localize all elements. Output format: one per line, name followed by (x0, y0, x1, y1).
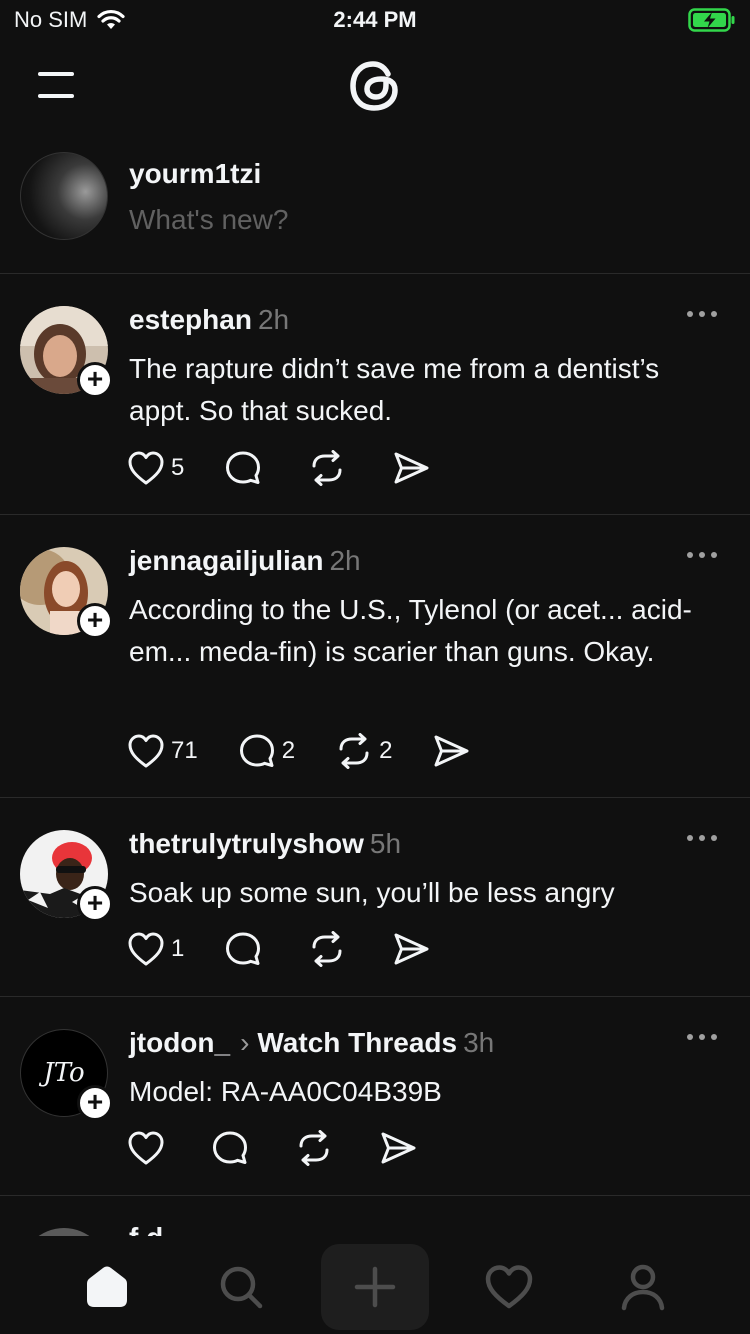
avatar-monogram: JTo (43, 1058, 85, 1088)
like-button[interactable] (127, 1130, 171, 1166)
avatar[interactable] (20, 152, 108, 240)
reply-button[interactable] (224, 450, 268, 486)
post-username[interactable]: f d (129, 1222, 163, 1236)
reply-button[interactable] (211, 1130, 255, 1166)
more-options-icon[interactable] (684, 832, 720, 844)
chevron-right-icon: › (240, 1027, 250, 1058)
reply-button[interactable]: 2 (238, 733, 295, 769)
battery-charging-icon (688, 8, 735, 32)
post-username[interactable]: jtodon_ (129, 1027, 230, 1058)
follow-button[interactable]: + (77, 362, 113, 398)
new-thread-composer[interactable]: yourm1tzi What's new? (0, 140, 750, 274)
more-options-icon[interactable] (684, 549, 720, 561)
like-count: 71 (171, 737, 198, 764)
post-actions (127, 1130, 457, 1166)
feed-post[interactable]: + estephan 2h The rapture didn’t save me … (0, 274, 750, 515)
menu-icon[interactable] (36, 70, 76, 100)
post-text: The rapture didn’t save me from a dentis… (129, 353, 660, 426)
composer-username: yourm1tzi (129, 158, 262, 189)
post-time: 2h (257, 304, 290, 335)
post-time: 3h (463, 1027, 495, 1058)
feed-post-partial[interactable]: f d (0, 1196, 750, 1236)
reply-icon (213, 1131, 247, 1164)
reply-button[interactable] (224, 931, 268, 967)
reply-icon (226, 451, 261, 484)
feed-post[interactable]: JTo + jtodon_ › Watch Threads 3h Model: RA-… (0, 997, 750, 1196)
send-icon (381, 1132, 416, 1164)
post-community[interactable]: Watch Threads (257, 1027, 457, 1058)
more-options-icon[interactable] (684, 1031, 720, 1043)
repost-count: 2 (379, 737, 393, 764)
post-actions: 5 (127, 450, 470, 486)
share-button[interactable] (432, 733, 470, 769)
repost-button[interactable]: 2 (335, 733, 392, 769)
repost-button[interactable] (308, 450, 352, 486)
post-text: Model: RA-AA0C04B39B (129, 1076, 442, 1107)
like-count: 5 (171, 454, 185, 481)
heart-icon (128, 932, 164, 966)
post-meta: jennagailjulian 2h (129, 545, 361, 577)
like-button[interactable]: 1 (127, 931, 184, 967)
follow-button[interactable]: + (77, 886, 113, 922)
send-icon (434, 735, 469, 767)
heart-icon (128, 1131, 164, 1165)
post-username[interactable]: thetrulytrulyshow (129, 828, 364, 859)
repost-button[interactable] (308, 931, 352, 967)
tab-compose[interactable] (321, 1244, 429, 1330)
status-time: 2:44 PM (333, 7, 417, 32)
heart-icon (128, 734, 164, 768)
post-actions: 1 (127, 931, 470, 967)
threads-logo-icon[interactable] (341, 52, 409, 120)
repost-icon (299, 1130, 329, 1166)
more-options-icon[interactable] (684, 308, 720, 320)
reply-count: 2 (281, 737, 296, 764)
post-meta: estephan 2h (129, 304, 289, 336)
repost-icon (339, 733, 369, 769)
send-icon (394, 933, 429, 965)
post-username[interactable]: estephan (129, 304, 252, 335)
post-actions: 71 2 2 (127, 733, 510, 769)
profile-icon (621, 1264, 665, 1311)
reply-icon (239, 734, 274, 767)
post-meta: jtodon_ › Watch Threads 3h (129, 1027, 494, 1059)
like-count: 1 (171, 935, 185, 962)
feed-post[interactable]: + thetrulytrulyshow 5h Soak up some sun, … (0, 798, 750, 997)
post-text: According to the U.S., Tylenol (or acet.… (129, 594, 692, 667)
follow-button[interactable]: + (77, 603, 113, 639)
like-button[interactable]: 5 (127, 450, 184, 486)
compose-icon (354, 1266, 396, 1308)
tab-home[interactable] (53, 1244, 161, 1330)
share-button[interactable] (392, 450, 430, 486)
home-icon (87, 1266, 127, 1307)
like-button[interactable]: 71 (127, 733, 198, 769)
post-meta: thetrulytrulyshow 5h (129, 828, 401, 860)
feed-post[interactable]: + jennagailjulian 2h According to the U.S… (0, 515, 750, 798)
repost-icon (312, 450, 342, 486)
search-icon (220, 1266, 263, 1309)
tab-profile[interactable] (589, 1244, 697, 1330)
post-time: 2h (329, 545, 361, 576)
bottom-tab-bar (0, 1236, 750, 1334)
follow-button[interactable]: + (77, 1085, 113, 1121)
avatar[interactable] (20, 1228, 108, 1236)
composer-placeholder[interactable]: What's new? (129, 204, 288, 236)
post-time: 5h (369, 828, 402, 859)
repost-button[interactable] (295, 1130, 339, 1166)
repost-icon (312, 931, 342, 967)
post-username[interactable]: jennagailjulian (129, 545, 323, 576)
post-text: Soak up some sun, you’ll be less angry (129, 877, 615, 908)
share-button[interactable] (392, 931, 430, 967)
share-button[interactable] (379, 1130, 417, 1166)
tab-activity[interactable] (455, 1244, 563, 1330)
heart-icon (128, 451, 164, 485)
reply-icon (226, 932, 261, 965)
tab-search[interactable] (187, 1244, 295, 1330)
activity-heart-icon (485, 1265, 533, 1309)
send-icon (394, 452, 429, 484)
status-bar: No SIM 2:44 PM (0, 0, 750, 44)
app-header (0, 44, 750, 134)
